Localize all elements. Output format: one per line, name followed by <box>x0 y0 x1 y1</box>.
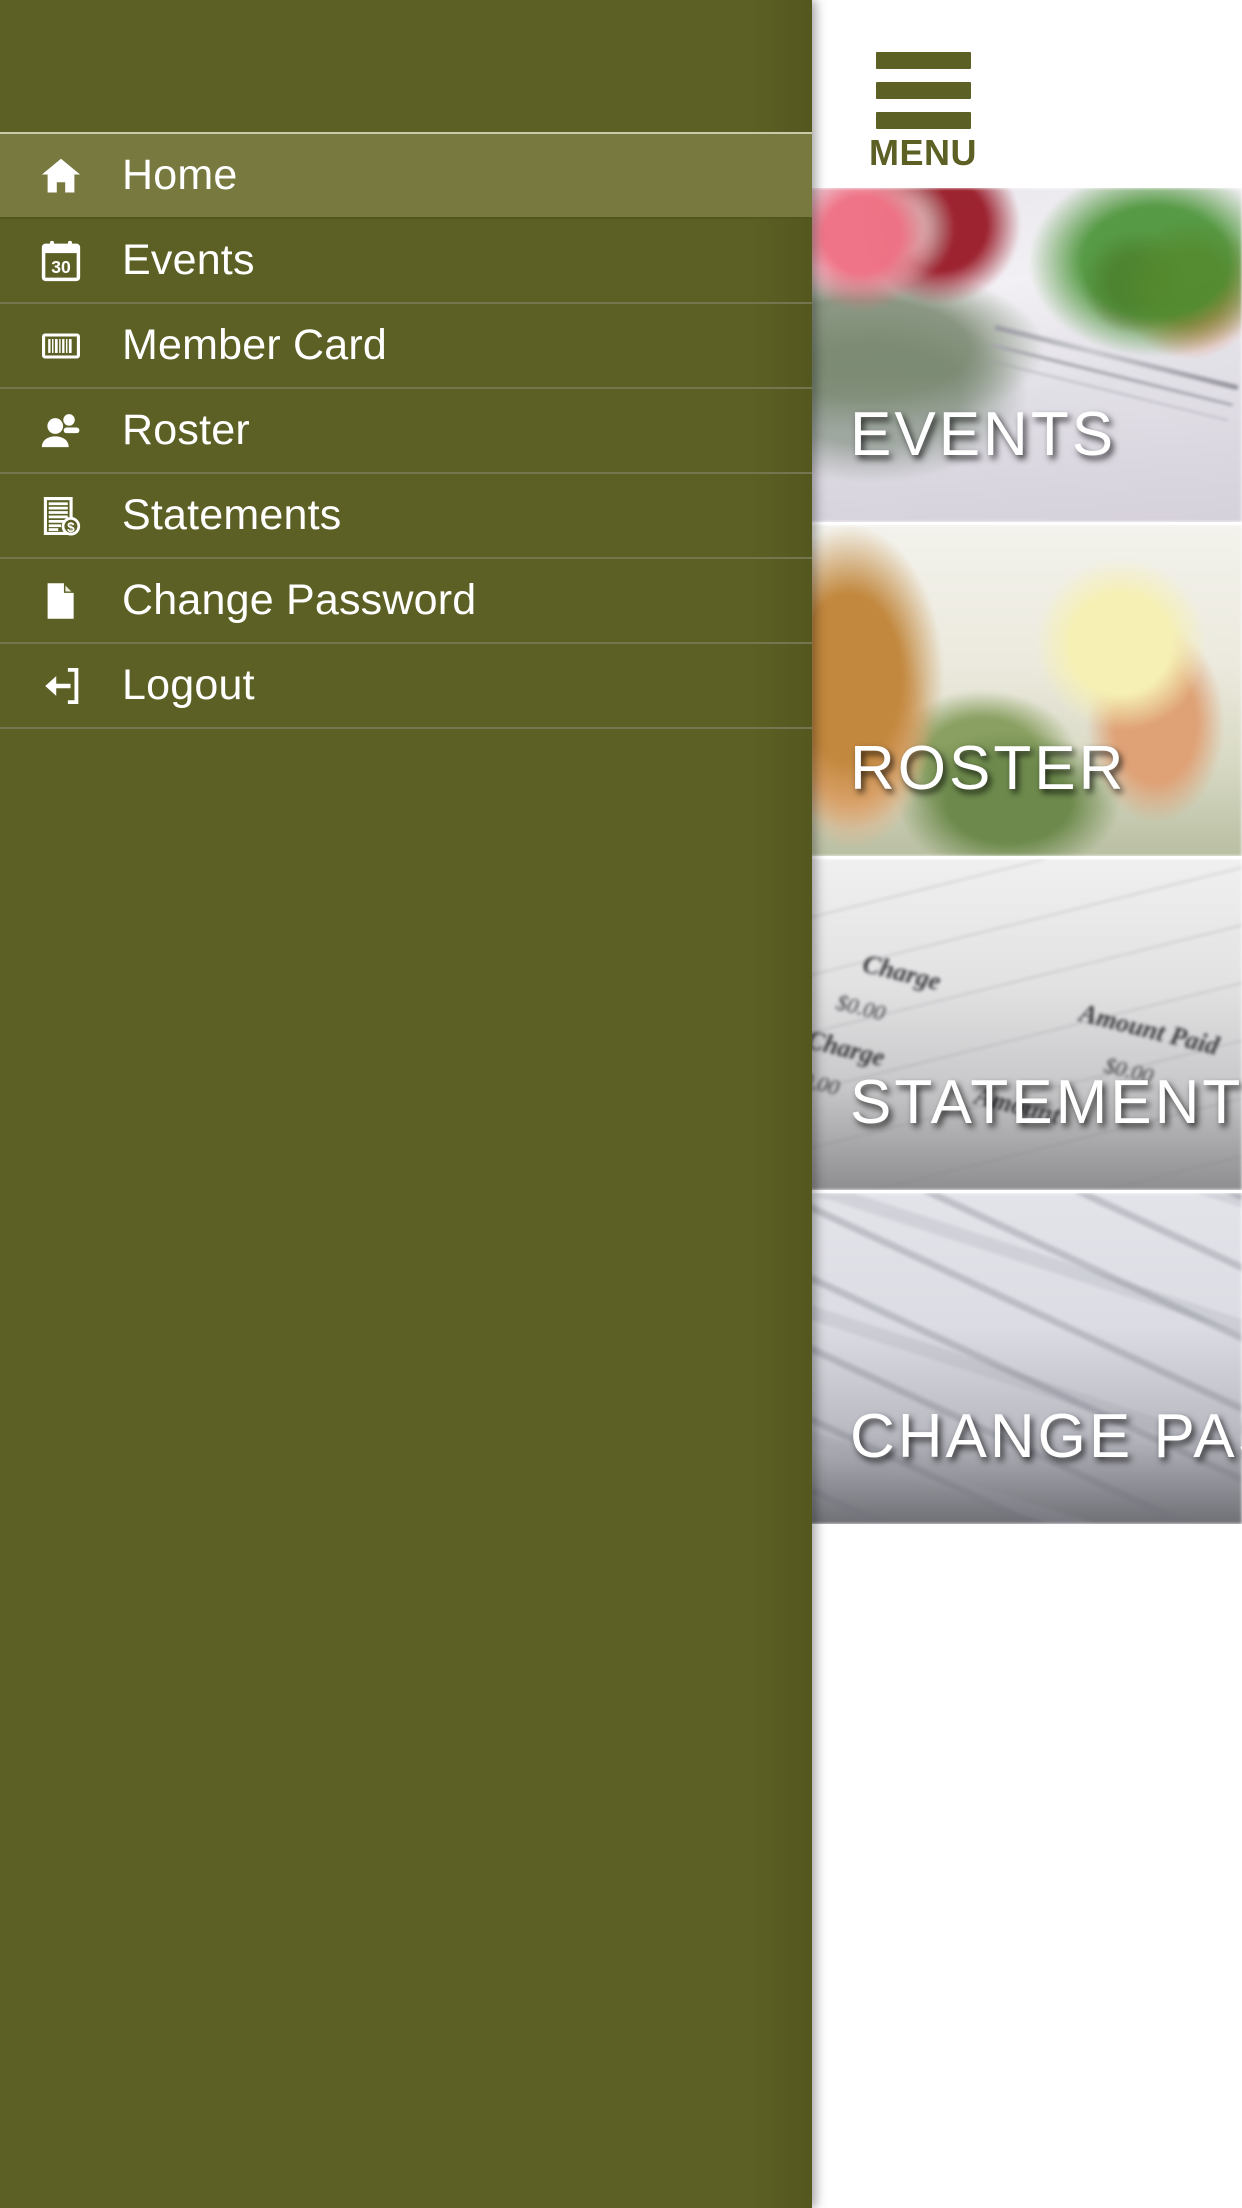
card-change-password[interactable]: CHANGE PASSWORD <box>810 1190 1242 1524</box>
statement-art-amount-1: $0.00 <box>833 989 888 1026</box>
statement-art-charge-1: Charge <box>859 949 944 997</box>
card-label-statements: STATEMENTS <box>850 1068 1242 1137</box>
card-statements[interactable]: Charge $0.00 Amount Paid $0.00 Charge 0.… <box>810 856 1242 1190</box>
menu-button-label: MENU <box>869 132 977 173</box>
card-label-roster: ROSTER <box>850 734 1127 803</box>
document-page-icon <box>28 579 94 623</box>
navigation-drawer: Home 30 Events Member Card Roster $ Stat… <box>0 0 812 2208</box>
barcode-icon <box>28 324 94 368</box>
drawer-header-spacer <box>0 0 812 132</box>
menu-button[interactable]: MENU <box>868 52 978 171</box>
app-root: MENU EVENTS ROSTER Charge $0.00 Amount P… <box>0 0 1242 2208</box>
card-label-change-password: CHANGE PASSWORD <box>850 1402 1242 1471</box>
events-photo <box>810 188 1242 522</box>
people-icon <box>28 408 94 454</box>
main-page: MENU EVENTS ROSTER Charge $0.00 Amount P… <box>810 0 1242 2208</box>
statements-photo: Charge $0.00 Amount Paid $0.00 Charge 0.… <box>810 859 1242 1190</box>
top-bar: MENU <box>810 0 1242 188</box>
sidebar-item-member-card[interactable]: Member Card <box>0 304 812 389</box>
card-events[interactable]: EVENTS <box>810 188 1242 522</box>
sidebar-item-roster[interactable]: Roster <box>0 389 812 474</box>
sidebar-item-label-home: Home <box>122 151 238 199</box>
drawer-nav-list: Home 30 Events Member Card Roster $ Stat… <box>0 132 812 729</box>
sidebar-item-label-change-password: Change Password <box>122 576 477 624</box>
card-roster[interactable]: ROSTER <box>810 522 1242 856</box>
sidebar-item-home[interactable]: Home <box>0 132 812 219</box>
sidebar-item-events[interactable]: 30 Events <box>0 219 812 304</box>
sidebar-item-label-member-card: Member Card <box>122 321 388 369</box>
exit-arrow-icon <box>28 664 94 708</box>
sidebar-item-logout[interactable]: Logout <box>0 644 812 729</box>
svg-text:$: $ <box>67 519 75 534</box>
card-label-events: EVENTS <box>850 400 1117 469</box>
roster-photo <box>810 525 1242 856</box>
card-list: EVENTS ROSTER Charge $0.00 Amount Paid $… <box>810 188 1242 1524</box>
statement-art-amount-paid-1: Amount Paid <box>1076 997 1222 1061</box>
sidebar-item-label-roster: Roster <box>122 406 250 454</box>
statement-art-amount-3: 0.00 <box>810 1066 843 1101</box>
change-password-photo <box>810 1193 1242 1524</box>
svg-text:30: 30 <box>51 257 71 277</box>
sidebar-item-label-events: Events <box>122 236 255 284</box>
home-icon <box>28 154 94 198</box>
sidebar-item-label-logout: Logout <box>122 661 255 709</box>
sidebar-item-change-password[interactable]: Change Password <box>0 559 812 644</box>
calendar-30-icon: 30 <box>28 239 94 283</box>
sidebar-item-label-statements: Statements <box>122 491 342 539</box>
hamburger-icon <box>875 52 971 129</box>
invoice-dollar-icon: $ <box>28 494 94 538</box>
sidebar-item-statements[interactable]: $ Statements <box>0 474 812 559</box>
